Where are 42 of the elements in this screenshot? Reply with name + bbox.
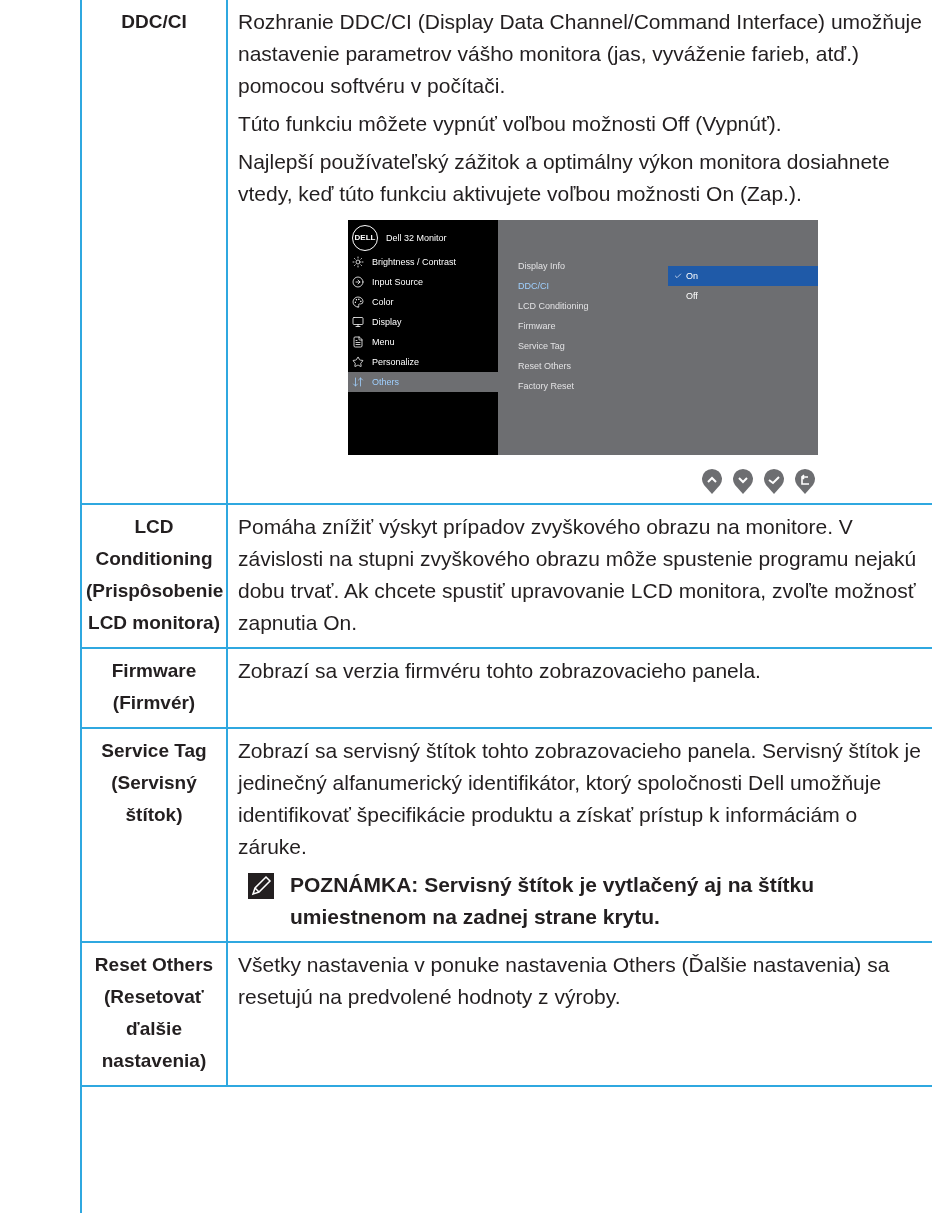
setting-name: Service Tag (Servisný štítok) <box>101 740 207 825</box>
menu-item[interactable]: Personalize <box>348 352 498 372</box>
option-item[interactable]: On <box>668 266 818 286</box>
submenu-item[interactable]: Firmware <box>518 316 668 336</box>
down-button-icon <box>732 469 754 495</box>
list-icon <box>352 336 364 348</box>
check-button-icon <box>763 469 785 495</box>
note-text: POZNÁMKA: Servisný štítok je vytlačený aj na štítku umiestnenom na zadnej strane krytu. <box>290 872 815 930</box>
description-text: Túto funkciu môžete vypnúť voľbou možnosti Off (Vypnúť). <box>238 111 783 137</box>
submenu-item[interactable]: Factory Reset <box>518 376 668 396</box>
description-text: Zobrazí sa servisný štítok tohto zobrazovacieho panela. Servisný štítok je jedinečný alfanumerický identifikátor, ktorý spoločnosti Dell umožňuje identifikovať špecifikácie produktu a získať prístup k informáciám o záruke. <box>238 738 922 860</box>
menu-item[interactable]: Brightness / Contrast <box>348 252 498 272</box>
description-text: Rozhranie DDC/CI (Display Data Channel/Command Interface) umožňuje nastavenie parametrov vášho monitora (jas, vyváženie farieb, atď.) pomocou softvéru v počítači. <box>238 9 923 99</box>
palette-icon <box>352 296 364 308</box>
menu-item[interactable]: Others <box>348 372 498 392</box>
menu-item[interactable]: Display <box>348 312 498 332</box>
sun-icon <box>352 256 364 268</box>
star-icon <box>352 356 364 368</box>
description-text: Najlepší používateľský zážitok a optimálny výkon monitora dosiahnete vtedy, keď túto funkciu aktivujete voľbou možnosti On (Zap.). <box>238 149 891 207</box>
arrows-icon <box>352 376 364 388</box>
submenu-item[interactable]: DDC/CI <box>518 276 668 296</box>
setting-name: Reset Others (Resetovať ďalšie nastavenia) <box>94 954 214 1071</box>
submenu-item[interactable]: Service Tag <box>518 336 668 356</box>
description-text: Pomáha znížiť výskyt prípadov zvyškového obrazu na monitore. V závislosti na stupni zvyškového obrazu môže spustenie programu nejakú dobu trvať. Ak chcete spustiť upravovanie LCD monitora, zvoľte možnosť zapnutia On. <box>238 514 918 636</box>
option-item[interactable]: Off <box>668 286 818 306</box>
setting-name: DDC/CI <box>121 11 187 32</box>
menu-title: Dell 32 Monitor <box>386 233 447 243</box>
submenu-item[interactable]: Display Info <box>518 256 668 276</box>
setting-name: Firmware (Firmvér) <box>111 660 197 713</box>
back-button-icon <box>794 469 816 495</box>
menu-item[interactable]: Input Source <box>348 272 498 292</box>
pencil-icon <box>248 873 274 899</box>
monitor-icon <box>352 316 364 328</box>
description-text: Zobrazí sa verzia firmvéru tohto zobrazovacieho panela. <box>238 658 762 684</box>
menu-item[interactable]: Menu <box>348 332 498 352</box>
check-icon <box>674 272 682 280</box>
up-button-icon <box>701 469 723 495</box>
description-text: Všetky nastavenia v ponuke nastavenia Others (Ďalšie nastavenia) sa resetujú na predvolené hodnoty z výroby. <box>238 952 891 1010</box>
menu-item[interactable]: Color <box>348 292 498 312</box>
submenu-item[interactable]: LCD Conditioning <box>518 296 668 316</box>
setting-name: LCD Conditioning (Prispôsobenie LCD monitora) <box>86 516 224 633</box>
submenu-item[interactable]: Reset Others <box>518 356 668 376</box>
